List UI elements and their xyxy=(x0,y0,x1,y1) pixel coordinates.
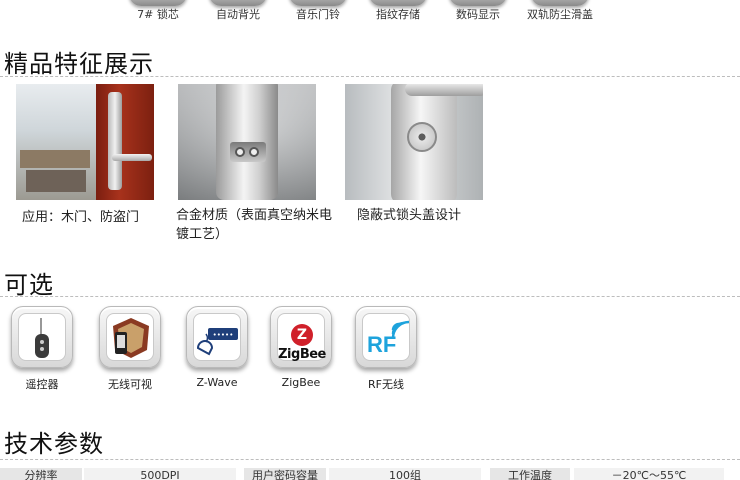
option-remote-control: 遥控器 xyxy=(8,306,76,392)
spec-value: 500DPI xyxy=(84,468,236,480)
photo-hidden-keyhole-cover xyxy=(345,84,483,200)
digital-display-icon xyxy=(449,0,507,6)
section-title-options: 可选 xyxy=(4,271,54,299)
section-title-specs: 技术参数 xyxy=(4,430,104,458)
option-label: 无线可视 xyxy=(108,378,152,391)
dust-cover-icon xyxy=(531,0,589,6)
spec-value: 100组 xyxy=(329,468,481,480)
feature-digital-display: 数码显示 xyxy=(438,0,518,22)
spec-key: 分辨率 xyxy=(0,468,82,480)
photo-caption: 合金材质（表面真空纳米电 镀工艺） xyxy=(176,206,332,244)
spec-key: 工作温度 xyxy=(490,468,570,480)
doorbell-icon xyxy=(289,0,347,6)
feature-label: 双轨防尘滑盖 xyxy=(527,8,593,21)
photo-alloy-material xyxy=(178,84,316,200)
option-rf-wireless: RF RF无线 xyxy=(352,306,420,392)
section-divider xyxy=(0,76,740,77)
photo-caption: 隐蔽式锁头盖设计 xyxy=(357,208,462,223)
section-title-features: 精品特征展示 xyxy=(4,50,154,78)
feature-lock-cylinder: 7# 锁芯 xyxy=(118,0,198,22)
zigbee-icon: Z ZigBee xyxy=(270,306,332,368)
feature-label: 7# 锁芯 xyxy=(137,8,179,21)
zigbee-logo-text: ZigBee xyxy=(278,347,326,362)
feature-label: 自动背光 xyxy=(216,8,260,21)
option-z-wave: ••••• Z-Wave xyxy=(183,306,251,389)
feature-auto-backlight: 自动背光 xyxy=(198,0,278,22)
lock-cylinder-icon xyxy=(129,0,187,6)
option-zigbee: Z ZigBee ZigBee xyxy=(267,306,335,389)
spec-table-row: 分辨率 500DPI 用户密码容量 100组 工作温度 －20℃～55℃ xyxy=(0,468,740,480)
feature-label: 音乐门铃 xyxy=(296,8,340,21)
svg-text:•••••: ••••• xyxy=(213,331,234,339)
feature-music-doorbell: 音乐门铃 xyxy=(278,0,358,22)
zigbee-logo-mark: Z xyxy=(291,324,313,346)
spec-value: －20℃～55℃ xyxy=(574,468,724,480)
section-divider xyxy=(0,459,740,460)
rf-wireless-icon: RF xyxy=(355,306,417,368)
fingerprint-icon xyxy=(369,0,427,6)
photo-caption: 应用：木门、防盗门 xyxy=(22,210,140,225)
top-feature-strip: 7# 锁芯 自动背光 音乐门铃 指纹存储 数码显示 双轨防尘滑盖 xyxy=(0,0,740,30)
backlight-icon xyxy=(209,0,267,6)
feature-label: 数码显示 xyxy=(456,8,500,21)
photo-door-application xyxy=(16,84,154,200)
zwave-icon: ••••• xyxy=(186,306,248,368)
option-label: ZigBee xyxy=(281,376,321,389)
remote-control-icon xyxy=(11,306,73,368)
section-divider xyxy=(0,296,740,297)
caption-line: 镀工艺） xyxy=(176,227,229,242)
wireless-video-icon xyxy=(99,306,161,368)
caption-line: 合金材质（表面真空纳米电 xyxy=(176,208,333,223)
option-label: 遥控器 xyxy=(25,378,59,391)
feature-label: 指纹存储 xyxy=(376,8,420,21)
option-label: RF无线 xyxy=(368,378,404,391)
option-wireless-video: 无线可视 xyxy=(96,306,164,392)
feature-fingerprint-storage: 指纹存储 xyxy=(358,0,438,22)
feature-dust-cover: 双轨防尘滑盖 xyxy=(520,0,600,22)
spec-key: 用户密码容量 xyxy=(244,468,326,480)
option-label: Z-Wave xyxy=(196,376,238,389)
